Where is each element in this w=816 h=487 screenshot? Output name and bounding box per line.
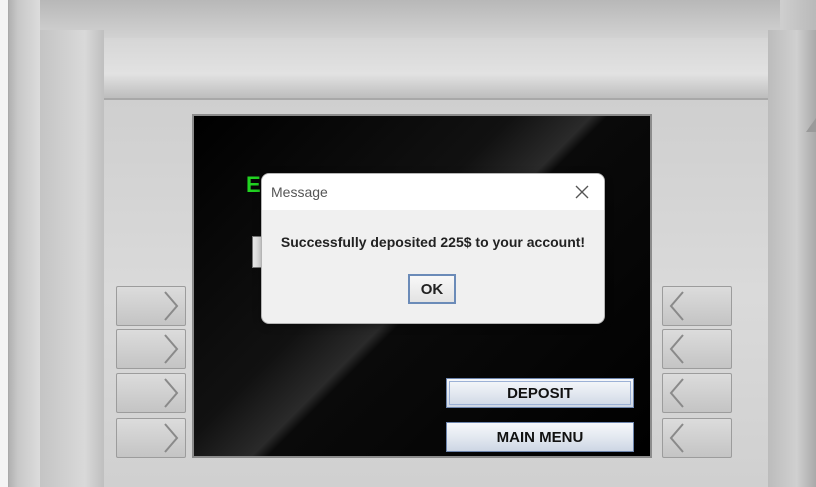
close-button[interactable] xyxy=(570,182,594,202)
atm-right-notch xyxy=(806,118,816,132)
left-side-key-4[interactable] xyxy=(116,418,186,458)
chevron-right-icon xyxy=(164,334,179,364)
background-window-edge xyxy=(0,0,9,487)
chevron-left-icon xyxy=(669,334,684,364)
chevron-right-icon xyxy=(164,378,179,408)
atm-top-shelf xyxy=(104,38,768,100)
right-side-key-2[interactable] xyxy=(662,329,732,369)
chevron-right-icon xyxy=(164,291,179,321)
left-side-key-2[interactable] xyxy=(116,329,186,369)
atm-left-pillar xyxy=(40,30,104,487)
left-side-key-3[interactable] xyxy=(116,373,186,413)
dialog-titlebar: Message xyxy=(262,174,604,210)
left-side-key-1[interactable] xyxy=(116,286,186,326)
close-icon xyxy=(575,185,589,199)
ok-button[interactable]: OK xyxy=(408,274,456,304)
chevron-left-icon xyxy=(669,378,684,408)
chevron-right-icon xyxy=(164,423,179,453)
deposit-button[interactable]: DEPOSIT xyxy=(446,378,634,408)
right-side-key-3[interactable] xyxy=(662,373,732,413)
atm-right-pillar xyxy=(768,30,816,487)
dialog-message: Successfully deposited 225$ to your acco… xyxy=(280,234,586,250)
main-menu-button[interactable]: MAIN MENU xyxy=(446,422,634,452)
chevron-left-icon xyxy=(669,291,684,321)
message-dialog: Message Successfully deposited 225$ to y… xyxy=(261,173,605,324)
right-side-key-1[interactable] xyxy=(662,286,732,326)
chevron-left-icon xyxy=(669,423,684,453)
dialog-title: Message xyxy=(271,184,328,200)
screen-heading: E xyxy=(246,172,261,197)
right-side-key-4[interactable] xyxy=(662,418,732,458)
atm-top-arch xyxy=(40,0,780,38)
